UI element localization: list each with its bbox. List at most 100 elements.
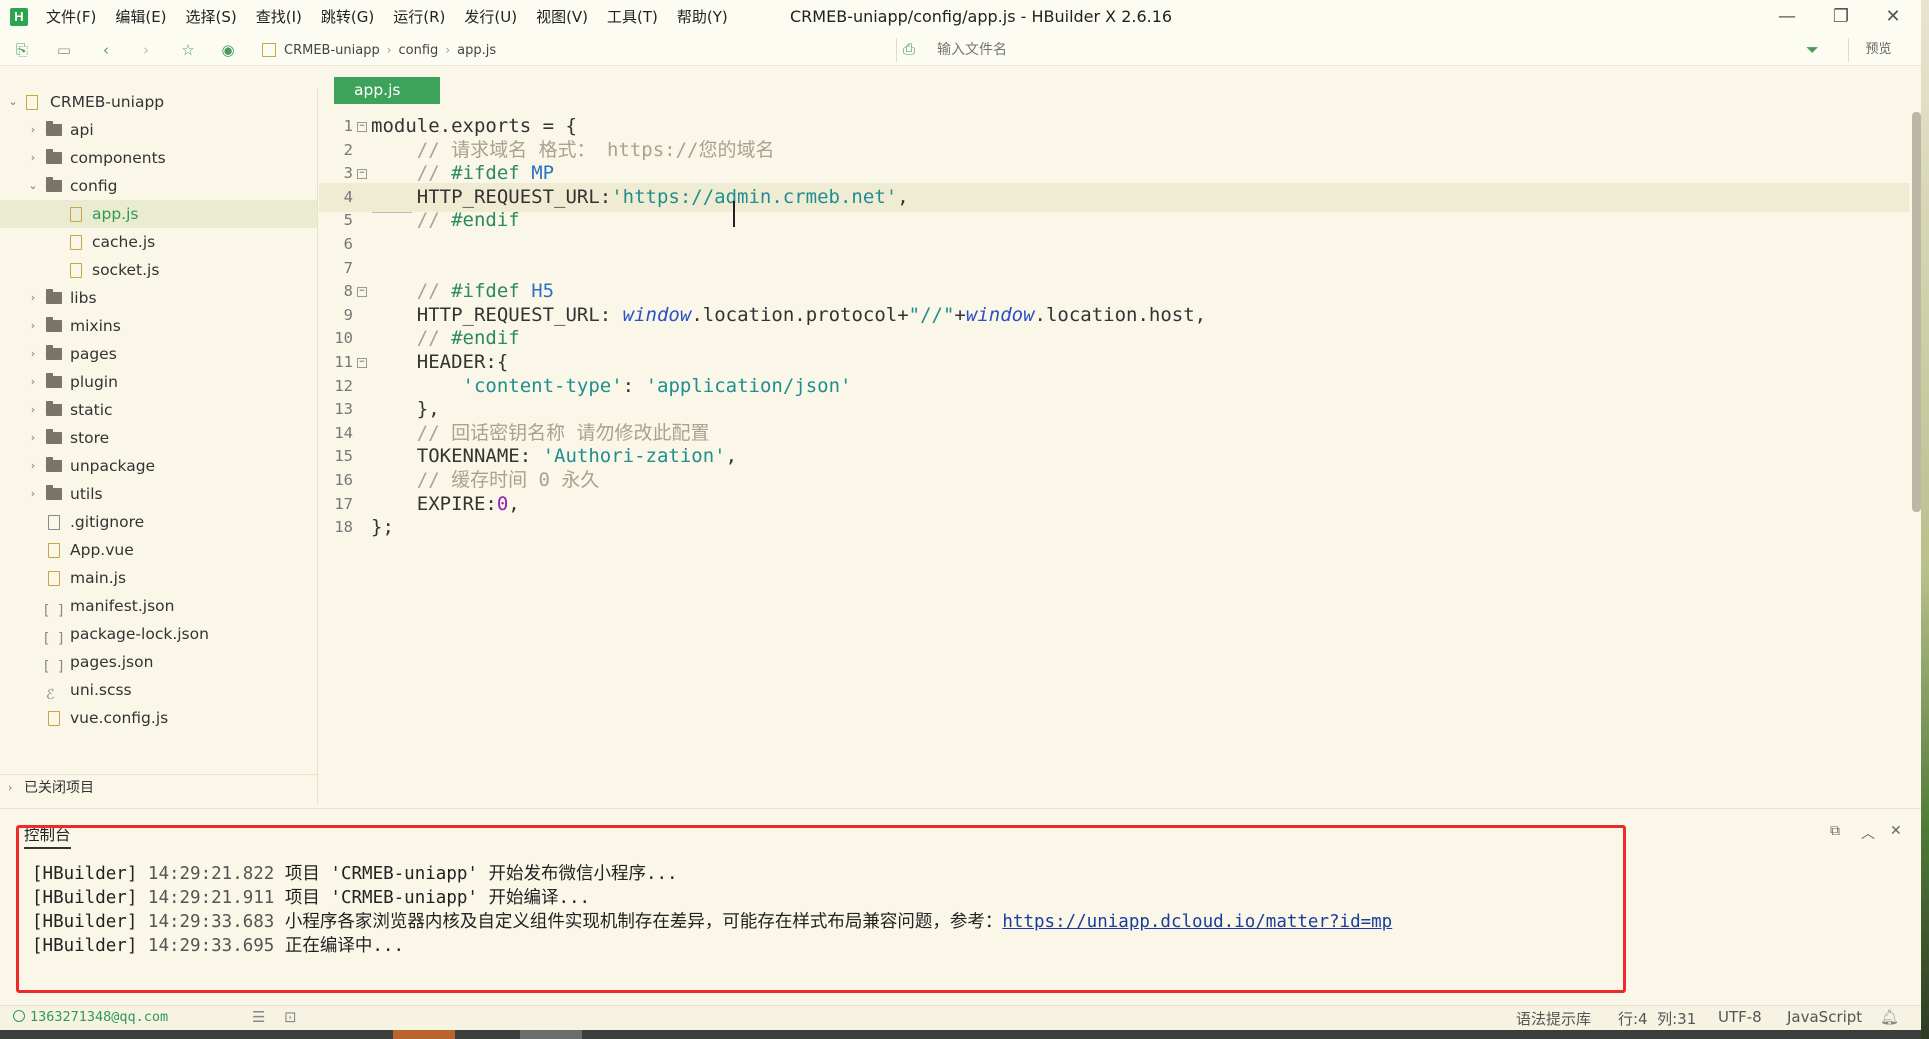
favorite-icon[interactable]: ☆ bbox=[178, 40, 198, 60]
closed-projects-label: 已关闭项目 bbox=[24, 780, 94, 796]
js-file-icon bbox=[48, 711, 60, 726]
project-root[interactable]: ⌄ CRMEB-uniapp bbox=[0, 88, 317, 116]
tree-item-components[interactable]: › components bbox=[0, 144, 317, 172]
maximize-button[interactable]: ❐ bbox=[1816, 2, 1866, 32]
tree-item-config[interactable]: ⌄ config bbox=[0, 172, 317, 200]
fold-toggle-icon[interactable]: − bbox=[357, 287, 367, 298]
filter-icon[interactable]: ⏷ bbox=[1806, 40, 1819, 60]
menu-item[interactable]: 工具(T) bbox=[607, 7, 658, 27]
tree-item-unpackage[interactable]: › unpackage bbox=[0, 452, 317, 480]
menu-item[interactable]: 帮助(Y) bbox=[677, 7, 728, 27]
tree-item-cache-js[interactable]: cache.js bbox=[0, 228, 317, 256]
vue-file-icon bbox=[48, 543, 60, 558]
menu-item[interactable]: 视图(V) bbox=[536, 7, 588, 27]
fold-toggle-icon[interactable]: − bbox=[357, 122, 367, 132]
tree-item-app-js[interactable]: app.js bbox=[0, 200, 317, 228]
save-icon[interactable]: ▭ bbox=[54, 40, 74, 60]
file-icon bbox=[48, 515, 60, 530]
tree-item-manifest-json[interactable]: [ ] manifest.json bbox=[0, 592, 317, 620]
tree-item-main-js[interactable]: main.js bbox=[0, 564, 317, 592]
tree-item-plugin[interactable]: › plugin bbox=[0, 368, 317, 396]
js-file-icon bbox=[70, 235, 82, 250]
file-search-input[interactable] bbox=[897, 38, 1497, 62]
back-icon[interactable]: ‹ bbox=[96, 40, 116, 60]
tree-item-label: socket.js bbox=[92, 261, 160, 279]
folder-icon bbox=[46, 373, 62, 388]
syntax-library-button[interactable]: 语法提示库 bbox=[1516, 1008, 1591, 1029]
fold-toggle-icon[interactable]: − bbox=[357, 358, 367, 368]
menu-item[interactable]: 运行(R) bbox=[393, 7, 445, 27]
tree-item-label: config bbox=[70, 177, 118, 195]
chevron-right-icon: › bbox=[30, 375, 36, 388]
close-console-icon[interactable]: ✕ bbox=[1890, 823, 1902, 839]
tree-item-utils[interactable]: › utils bbox=[0, 480, 317, 508]
tree-item-static[interactable]: › static bbox=[0, 396, 317, 424]
new-file-icon[interactable]: ⎘ bbox=[12, 40, 32, 60]
folder-icon bbox=[46, 457, 62, 472]
taskbar-item[interactable] bbox=[520, 1030, 582, 1039]
menu-item[interactable]: 编辑(E) bbox=[115, 7, 166, 27]
encoding[interactable]: UTF-8 bbox=[1718, 1008, 1762, 1026]
chevron-right-icon: › bbox=[30, 403, 36, 416]
folder-icon bbox=[46, 177, 62, 192]
bell-icon[interactable]: 🔔︎ bbox=[1880, 1008, 1899, 1026]
minimize-button[interactable]: — bbox=[1762, 2, 1812, 32]
terminal-icon[interactable]: ⊡ bbox=[284, 1008, 297, 1026]
chevron-up-icon[interactable]: ︿ bbox=[1861, 823, 1875, 843]
tree-item-label: plugin bbox=[70, 373, 118, 391]
code-line[interactable]: 18}; bbox=[319, 513, 1909, 542]
tree-item-label: components bbox=[70, 149, 166, 167]
file-search-icon: ⎙ bbox=[903, 40, 916, 58]
tree-item-pages[interactable]: › pages bbox=[0, 340, 317, 368]
menu-item[interactable]: 查找(I) bbox=[256, 7, 302, 27]
tree-item-label: mixins bbox=[70, 317, 121, 335]
project-explorer: ⌄ CRMEB-uniapp › api › components ⌄ config app… bbox=[0, 88, 318, 804]
project-name: CRMEB-uniapp bbox=[50, 93, 165, 111]
cursor-position[interactable]: 行:4 列:31 bbox=[1618, 1008, 1696, 1029]
tree-item-package-lock-json[interactable]: [ ] package-lock.json bbox=[0, 620, 317, 648]
language-mode[interactable]: JavaScript bbox=[1787, 1008, 1862, 1026]
folder-icon bbox=[46, 121, 62, 136]
list-icon[interactable]: ☰ bbox=[252, 1008, 265, 1026]
taskbar-item[interactable] bbox=[393, 1030, 455, 1039]
tree-item-libs[interactable]: › libs bbox=[0, 284, 317, 312]
folder-icon bbox=[46, 317, 62, 332]
tree-item-label: .gitignore bbox=[70, 513, 145, 531]
chevron-down-icon: ⌄ bbox=[8, 95, 18, 108]
editor-scrollbar[interactable] bbox=[1912, 112, 1921, 512]
tab-app-js[interactable]: app.js bbox=[334, 77, 440, 104]
tree-item-store[interactable]: › store bbox=[0, 424, 317, 452]
preview-button[interactable]: 预览 bbox=[1848, 38, 1908, 62]
chevron-right-icon: › bbox=[30, 123, 36, 136]
forward-icon[interactable]: › bbox=[136, 40, 156, 60]
tree-item-mixins[interactable]: › mixins bbox=[0, 312, 317, 340]
close-button[interactable]: ✕ bbox=[1868, 2, 1918, 32]
tree-item-socket-js[interactable]: socket.js bbox=[0, 256, 317, 284]
menu-item[interactable]: 选择(S) bbox=[186, 7, 237, 27]
tree-item-api[interactable]: › api bbox=[0, 116, 317, 144]
menu-item[interactable]: 发行(U) bbox=[464, 7, 517, 27]
folder-icon bbox=[46, 401, 62, 416]
chevron-right-icon: › bbox=[30, 291, 36, 304]
fold-toggle-icon[interactable]: − bbox=[357, 169, 367, 180]
tree-item-uni-scss[interactable]: ℰuni.scss bbox=[0, 676, 317, 704]
tree-item-label: unpackage bbox=[70, 457, 156, 475]
open-external-icon[interactable]: ⧉ bbox=[1830, 823, 1840, 839]
run-icon[interactable]: ◉ bbox=[218, 40, 238, 60]
app-logo-icon: H bbox=[10, 8, 28, 26]
tree-item-app-vue[interactable]: App.vue bbox=[0, 536, 317, 564]
tree-item-vue-config-js[interactable]: vue.config.js bbox=[0, 704, 317, 732]
file-search-box: ⎙ bbox=[896, 38, 1826, 62]
code-text: }; bbox=[371, 516, 394, 539]
breadcrumb-folder[interactable]: config bbox=[399, 43, 439, 58]
tree-item-pages-json[interactable]: [ ] pages.json bbox=[0, 648, 317, 676]
account-icon bbox=[13, 1010, 25, 1022]
menu-item[interactable]: 跳转(G) bbox=[321, 7, 374, 27]
breadcrumb-project[interactable]: CRMEB-uniapp bbox=[284, 43, 380, 58]
tree-item-gitignore[interactable]: .gitignore bbox=[0, 508, 317, 536]
breadcrumb-file[interactable]: app.js bbox=[457, 43, 496, 58]
menu-item[interactable]: 文件(F) bbox=[46, 7, 96, 27]
account-email[interactable]: 1363271348@qq.com bbox=[30, 1009, 168, 1025]
closed-projects[interactable]: › 已关闭项目 bbox=[0, 774, 317, 800]
folder-icon bbox=[46, 429, 62, 444]
